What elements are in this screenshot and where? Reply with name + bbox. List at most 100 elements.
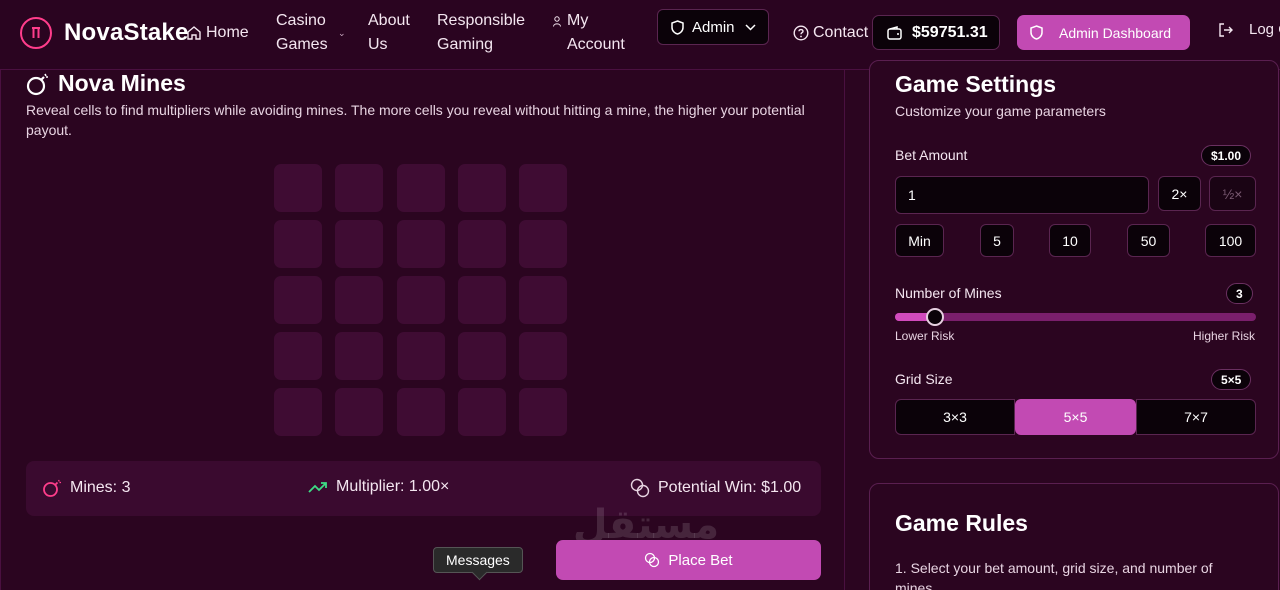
quick-bet-50[interactable]: 50 bbox=[1127, 224, 1170, 257]
mines-grid bbox=[274, 164, 574, 444]
grid-cell[interactable] bbox=[335, 388, 383, 436]
grid-cell[interactable] bbox=[274, 276, 322, 324]
wallet-icon bbox=[887, 25, 902, 40]
place-bet-button[interactable]: Place Bet bbox=[556, 540, 821, 580]
coins-icon bbox=[645, 552, 660, 568]
grid-cell[interactable] bbox=[519, 332, 567, 380]
grid-cell[interactable] bbox=[458, 220, 506, 268]
quick-bet-10[interactable]: 10 bbox=[1049, 224, 1091, 257]
mines-slider[interactable] bbox=[895, 308, 1256, 326]
logout-button[interactable]: Log Out bbox=[1218, 21, 1280, 38]
grid-cell[interactable] bbox=[335, 220, 383, 268]
logout-icon bbox=[1219, 22, 1233, 37]
double-bet-button[interactable]: 2× bbox=[1158, 176, 1201, 211]
admin-dropdown-label: Admin bbox=[692, 18, 735, 36]
stat-mines-text: Mines: 3 bbox=[70, 479, 131, 496]
settings-title: Game Settings bbox=[895, 71, 1057, 97]
mines-count-badge: 3 bbox=[1226, 283, 1253, 304]
mines-count-label: Number of Mines bbox=[895, 285, 1002, 301]
nav-about-us-label: About Us bbox=[368, 12, 410, 53]
grid-cell[interactable] bbox=[274, 388, 322, 436]
grid-cell[interactable] bbox=[397, 388, 445, 436]
brand-name: NovaStake bbox=[64, 19, 189, 46]
grid-cell[interactable] bbox=[397, 276, 445, 324]
lower-risk-label: Lower Risk bbox=[895, 329, 955, 343]
game-title-text: Nova Mines bbox=[58, 70, 186, 96]
bet-amount-badge: $1.00 bbox=[1201, 145, 1252, 166]
grid-cell[interactable] bbox=[519, 164, 567, 212]
grid-cell[interactable] bbox=[274, 164, 322, 212]
coins-icon bbox=[630, 478, 650, 498]
place-bet-label: Place Bet bbox=[668, 551, 733, 569]
game-description: Reveal cells to find multipliers while a… bbox=[26, 102, 805, 138]
nav-contact[interactable]: Contact bbox=[793, 21, 868, 45]
rules-title: Game Rules bbox=[895, 510, 1028, 536]
bomb-icon bbox=[43, 479, 61, 497]
rule-item: 1. Select your bet amount, grid size, an… bbox=[895, 560, 1213, 590]
nav-home-label: Home bbox=[206, 24, 249, 41]
grid-cell[interactable] bbox=[335, 332, 383, 380]
grid-cell[interactable] bbox=[397, 164, 445, 212]
grid-cell[interactable] bbox=[397, 332, 445, 380]
bet-amount-input[interactable] bbox=[895, 176, 1149, 214]
nav-home[interactable]: Home bbox=[186, 21, 249, 45]
grid-cell[interactable] bbox=[274, 220, 322, 268]
grid-option-5x5[interactable]: 5×5 bbox=[1015, 399, 1136, 435]
chevron-down-icon bbox=[745, 23, 756, 31]
game-settings-panel: Game Settings Customize your game parame… bbox=[869, 60, 1279, 459]
grid-cell[interactable] bbox=[274, 332, 322, 380]
stat-multiplier: Multiplier: 1.00× bbox=[308, 478, 449, 496]
nav-my-account-label: My Account bbox=[567, 12, 625, 53]
nav-contact-label: Contact bbox=[813, 24, 869, 41]
admin-dashboard-label: Admin Dashboard bbox=[1059, 24, 1172, 41]
settings-subtitle: Customize your game parameters bbox=[895, 103, 1106, 119]
grid-option-3x3[interactable]: 3×3 bbox=[895, 399, 1015, 435]
bomb-icon bbox=[26, 73, 48, 95]
grid-size-label: Grid Size bbox=[895, 371, 953, 387]
logout-label: Log Out bbox=[1249, 21, 1280, 38]
grid-cell[interactable] bbox=[335, 276, 383, 324]
game-stats-bar: Mines: 3 Multiplier: 1.00× Potential Win… bbox=[26, 461, 821, 516]
nav-responsible-gaming-label: Responsible Gaming bbox=[437, 12, 526, 53]
grid-option-7x7[interactable]: 7×7 bbox=[1136, 399, 1256, 435]
mines-slider-thumb[interactable] bbox=[926, 308, 945, 326]
grid-cell[interactable] bbox=[335, 164, 383, 212]
stat-multiplier-text: Multiplier: 1.00× bbox=[336, 478, 450, 495]
grid-cell[interactable] bbox=[519, 388, 567, 436]
quick-bet-5[interactable]: 5 bbox=[980, 224, 1014, 257]
home-icon bbox=[187, 26, 201, 40]
grid-size-badge: 5×5 bbox=[1211, 369, 1252, 390]
quick-bet-min[interactable]: Min bbox=[895, 224, 944, 257]
nav-responsible-gaming[interactable]: Responsible Gaming bbox=[437, 9, 525, 57]
shield-icon bbox=[671, 19, 684, 35]
help-circle-icon bbox=[793, 25, 809, 41]
quick-bet-100[interactable]: 100 bbox=[1205, 224, 1256, 257]
grid-cell[interactable] bbox=[458, 276, 506, 324]
grid-cell[interactable] bbox=[397, 220, 445, 268]
nav-casino-games[interactable]: Casino Games ⌄ bbox=[276, 9, 346, 57]
stat-potential-win: Potential Win: $1.00 bbox=[630, 478, 801, 498]
messages-tooltip: Messages bbox=[433, 547, 523, 573]
admin-dashboard-button[interactable]: Admin Dashboard bbox=[1017, 15, 1190, 50]
grid-cell[interactable] bbox=[458, 332, 506, 380]
grid-cell[interactable] bbox=[519, 276, 567, 324]
half-bet-button[interactable]: ½× bbox=[1209, 176, 1256, 211]
grid-cell[interactable] bbox=[519, 220, 567, 268]
stat-mines: Mines: 3 bbox=[42, 478, 130, 498]
wallet-balance[interactable]: $59751.31 bbox=[872, 15, 1000, 50]
bet-amount-label: Bet Amount bbox=[895, 147, 968, 163]
game-title: Nova Mines bbox=[26, 70, 186, 97]
chevron-down-icon: ⌄ bbox=[338, 28, 346, 38]
nav-my-account[interactable]: My Account bbox=[553, 9, 625, 57]
game-rules-panel: Game Rules 1. Select your bet amount, gr… bbox=[869, 483, 1279, 590]
nav-about-us[interactable]: About Us bbox=[368, 9, 410, 57]
game-panel: Nova Mines Reveal cells to find multipli… bbox=[0, 70, 845, 590]
nav-casino-games-label: Casino Games bbox=[276, 12, 328, 53]
brand-logo-icon bbox=[20, 17, 52, 49]
trending-up-icon bbox=[308, 482, 327, 493]
grid-cell[interactable] bbox=[458, 388, 506, 436]
admin-dropdown[interactable]: Admin bbox=[657, 9, 769, 45]
balance-amount: $59751.31 bbox=[912, 23, 988, 41]
brand-logo[interactable]: NovaStake bbox=[20, 17, 189, 49]
grid-cell[interactable] bbox=[458, 164, 506, 212]
